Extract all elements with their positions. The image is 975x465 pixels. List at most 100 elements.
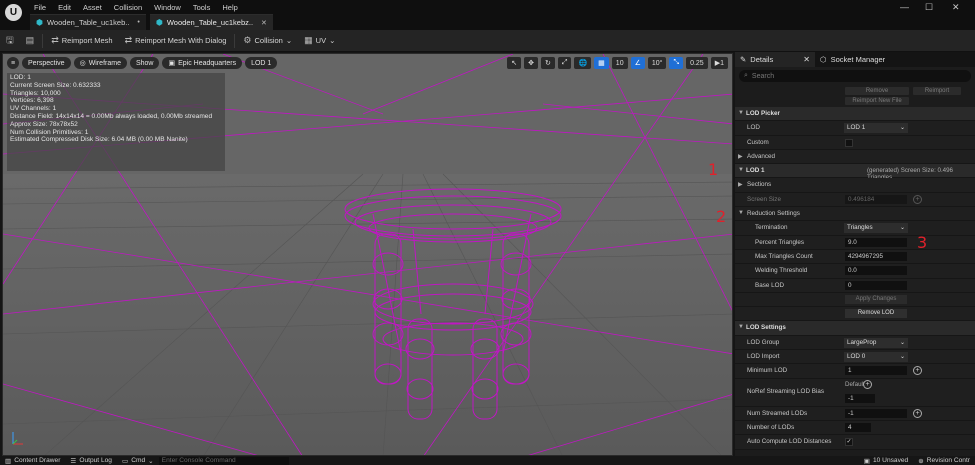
tab-wooden-table-2[interactable]: ⬢ Wooden_Table_uc1kebz.. ✕ — [149, 14, 273, 30]
menu-collision[interactable]: Collision — [114, 3, 150, 12]
menu-bar: File Edit Asset Collision Window Tools H… — [34, 3, 250, 12]
add-icon[interactable]: + — [913, 408, 922, 418]
tab-details[interactable]: ✎ Details ✕ — [735, 52, 815, 67]
add-icon[interactable]: + — [863, 379, 872, 389]
tab-wooden-table-1[interactable]: ⬢ Wooden_Table_uc1keb.. • — [30, 14, 146, 30]
max-triangles-field[interactable]: 4294967295 — [845, 251, 907, 261]
section-lod-settings[interactable]: ▼ LOD Settings — [735, 321, 975, 336]
mesh-stats-overlay: LOD: 1 Current Screen Size: 0.632333 Tri… — [7, 73, 225, 171]
scale-snap-toggle[interactable]: ⤡ — [669, 57, 684, 69]
percent-triangles-field[interactable]: 9.0 — [845, 237, 907, 247]
maximize-icon[interactable]: ☐ — [925, 2, 933, 13]
row-custom: Custom — [735, 135, 975, 150]
section-lod-picker[interactable]: ▼ LOD Picker — [735, 107, 975, 122]
content-drawer-button[interactable]: ▥ Content Drawer — [0, 456, 65, 465]
unsaved-button[interactable]: ▣ 10 Unsaved — [859, 456, 913, 465]
details-tab-label: Details — [750, 55, 774, 64]
revision-control-button[interactable]: ⊕ Revision Contr — [913, 456, 975, 465]
browse-button[interactable]: ▤ — [20, 30, 41, 52]
row-number-of-lods: Number of LODs 4 — [735, 420, 975, 436]
row-lod-group: LOD Group LargeProp ⌄ — [735, 335, 975, 351]
close-window-icon[interactable]: ✕ — [952, 2, 960, 13]
row-reduction-settings[interactable]: ▼ Reduction Settings — [735, 207, 975, 222]
number-of-lods-field[interactable]: 4 — [845, 422, 871, 432]
mesh-viewport[interactable]: ≡ Perspective ◎ Wireframe Show ▣ Epic Head… — [2, 53, 733, 456]
grid-snap-toggle[interactable]: ▦ — [594, 57, 609, 69]
world-icon[interactable]: 🌐 — [574, 57, 592, 69]
apply-changes-button[interactable]: Apply Changes — [845, 294, 907, 304]
cmd-dropdown[interactable]: ▭ Cmd ⌄ — [117, 456, 159, 465]
details-search-input[interactable]: ⌕ Search — [739, 70, 971, 82]
row-percent-triangles: Percent Triangles 9.0 3 — [735, 233, 975, 252]
rotation-snap-toggle[interactable]: ∠ — [630, 57, 645, 69]
minimize-icon[interactable]: — — [900, 2, 909, 12]
lod-button[interactable]: LOD 1 — [245, 57, 278, 69]
auto-compute-checkbox[interactable]: ✓ — [845, 438, 853, 447]
scale-icon[interactable]: ⤢ — [557, 57, 572, 69]
menu-tools[interactable]: Tools — [193, 3, 219, 12]
preview-scene-button[interactable]: ▣ Epic Headquarters — [162, 57, 243, 69]
custom-checkbox[interactable] — [845, 138, 853, 147]
row-advanced[interactable]: ▶ Advanced — [735, 149, 975, 165]
close-icon[interactable]: ✕ — [803, 55, 810, 64]
rotation-snap-value[interactable]: 10° — [647, 57, 667, 69]
camera-speed-button[interactable]: ▶ 1 — [710, 57, 728, 69]
remove-button[interactable]: Remove — [845, 87, 909, 95]
viewport-menu-button[interactable]: ≡ — [7, 57, 19, 69]
console-command-input[interactable]: Enter Console Command — [158, 456, 289, 465]
termination-select[interactable]: Triangles ⌄ — [844, 223, 908, 234]
row-welding-threshold: Welding Threshold 0.0 — [735, 264, 975, 279]
wireframe-button[interactable]: ◎ Wireframe — [73, 57, 127, 69]
show-button[interactable]: Show — [129, 57, 160, 69]
welding-threshold-field[interactable]: 0.0 — [845, 266, 907, 276]
remove-lod-button[interactable]: Remove LOD — [845, 309, 907, 319]
chevron-down-icon: ⌄ — [148, 457, 154, 465]
menu-window[interactable]: Window — [154, 3, 189, 12]
menu-edit[interactable]: Edit — [58, 3, 79, 12]
unreal-logo-icon[interactable]: U — [5, 4, 22, 21]
lod-group-select[interactable]: LargeProp ⌄ — [844, 337, 908, 348]
tab-socket-manager[interactable]: ⬡ Socket Manager — [815, 52, 890, 67]
select-icon[interactable]: ↖ — [507, 57, 522, 69]
save-button[interactable]: 🖫 — [0, 30, 20, 52]
collision-dropdown[interactable]: ⚙ Collision ⌄ — [237, 30, 298, 52]
property-label: Minimum LOD — [747, 367, 788, 375]
close-tab-icon[interactable]: ✕ — [261, 19, 267, 27]
row-sections[interactable]: ▶ Sections — [735, 178, 975, 193]
property-label: Reduction Settings — [747, 210, 800, 218]
stat-line: Vertices: 6,398 — [10, 97, 54, 105]
stat-line: UV Channels: 1 — [10, 105, 57, 113]
preview-scene-label: Epic Headquarters — [178, 59, 237, 67]
perspective-label: Perspective — [28, 59, 65, 67]
add-icon[interactable]: + — [913, 194, 922, 204]
reimport-button[interactable]: Reimport — [913, 87, 961, 95]
output-log-button[interactable]: ☰ Output Log — [65, 456, 117, 465]
section-lod1[interactable]: ▼ LOD 1 (generated) Screen Size: 0.496 T… — [735, 164, 975, 181]
uv-dropdown[interactable]: ▦ UV ⌄ — [298, 30, 341, 52]
menu-asset[interactable]: Asset — [83, 3, 110, 12]
minimum-lod-field[interactable]: 1 — [845, 366, 907, 376]
screen-size-field[interactable]: 0.496184 — [845, 194, 907, 204]
reimport-dialog-button[interactable]: ⇄ Reimport Mesh With Dialog — [119, 30, 233, 52]
rotate-icon[interactable]: ↻ — [540, 57, 555, 69]
lod-import-select[interactable]: LOD 0 ⌄ — [844, 352, 908, 363]
reimport-icon: ⇄ — [51, 35, 59, 45]
grid-snap-value[interactable]: 10 — [611, 57, 628, 69]
chevron-down-icon: ▼ — [738, 167, 744, 174]
translate-icon[interactable]: ✥ — [524, 57, 538, 69]
scale-snap-value[interactable]: 0.25 — [686, 57, 708, 69]
add-icon[interactable]: + — [913, 366, 922, 376]
row-max-triangles: Max Triangles Count 4294967295 — [735, 249, 975, 265]
lod-select[interactable]: LOD 1 ⌄ — [844, 123, 908, 134]
section-label: LOD 1 — [746, 167, 765, 175]
socket-tab-label: Socket Manager — [830, 55, 886, 64]
menu-help[interactable]: Help — [222, 3, 245, 12]
perspective-button[interactable]: Perspective — [22, 57, 71, 69]
noref-bias-field[interactable]: -1 — [845, 393, 875, 403]
camera-speed-value: 1 — [720, 59, 724, 67]
num-streamed-lods-field[interactable]: -1 — [845, 408, 907, 418]
reimport-mesh-button[interactable]: ⇄ Reimport Mesh — [45, 30, 118, 52]
base-lod-field[interactable]: 0 — [845, 280, 907, 290]
menu-file[interactable]: File — [34, 3, 54, 12]
reimport-new-file-button[interactable]: Reimport New File — [845, 97, 909, 105]
